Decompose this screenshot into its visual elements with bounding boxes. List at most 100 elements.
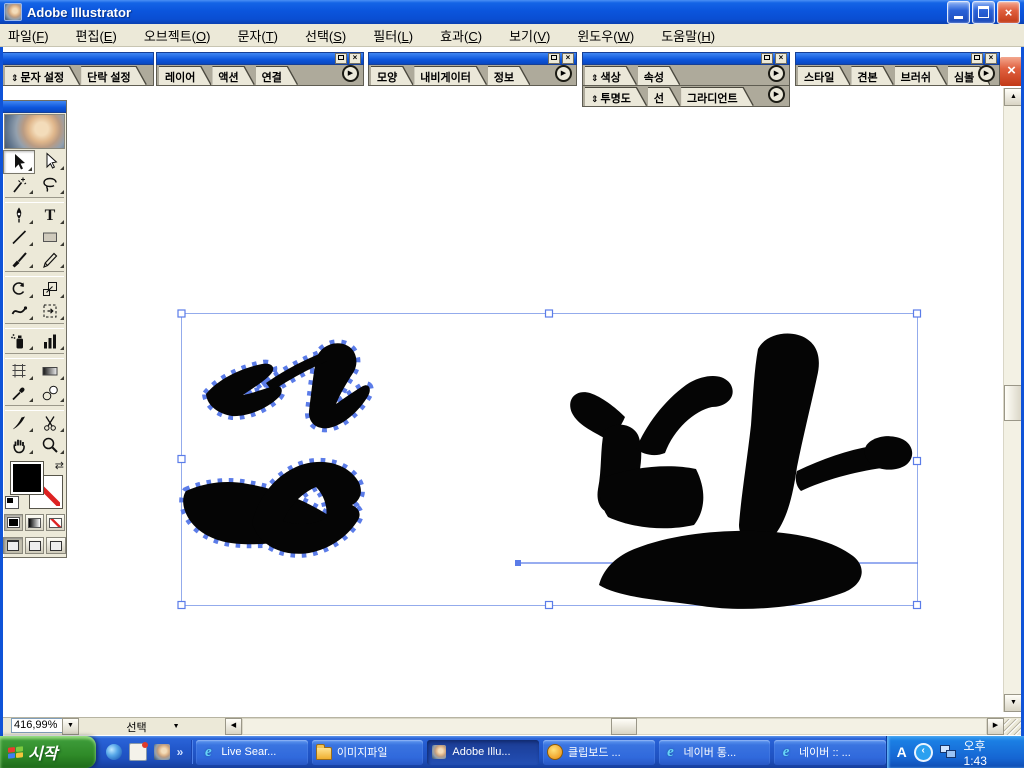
fill-color-swatch[interactable]	[10, 461, 44, 495]
color-button[interactable]	[4, 514, 23, 531]
zoom-tool[interactable]	[35, 434, 67, 456]
palette-character-titlebar[interactable]	[2, 52, 154, 65]
zoom-level-field[interactable]: 416,99%	[11, 718, 62, 733]
scale-tool[interactable]	[35, 278, 67, 300]
vertical-scrollbar[interactable]: ▲ ▼	[1003, 88, 1021, 712]
tab-character-settings[interactable]: ⇕문자 설정	[5, 67, 79, 85]
pen-tool[interactable]	[3, 204, 35, 226]
menu-select[interactable]: 선택(S)	[298, 24, 353, 47]
line-segment-tool[interactable]	[3, 226, 35, 248]
palette-close-icon[interactable]: ×	[349, 53, 361, 64]
scissors-tool[interactable]	[35, 412, 67, 434]
menu-view[interactable]: 보기(V)	[502, 24, 557, 47]
palette-close-icon[interactable]: ×	[985, 53, 997, 64]
task-button-live-search[interactable]: e Live Sear...	[196, 740, 308, 765]
full-screen-menu-mode-button[interactable]	[25, 537, 45, 554]
task-button-clipboard[interactable]: 클립보드 ...	[543, 740, 655, 765]
palette-minimize-icon[interactable]	[761, 53, 773, 64]
pencil-tool[interactable]	[35, 248, 67, 270]
tab-attributes[interactable]: 속성	[638, 67, 679, 85]
zoom-dropdown-icon[interactable]: ▼	[62, 718, 79, 735]
palette-minimize-icon[interactable]	[971, 53, 983, 64]
none-button[interactable]	[46, 514, 65, 531]
magic-wand-tool[interactable]	[3, 174, 35, 196]
direct-selection-tool[interactable]	[35, 150, 67, 172]
start-button[interactable]: 시작	[0, 736, 96, 768]
tab-navigator[interactable]: 내비게이터	[414, 67, 486, 85]
palette-close-icon[interactable]: ×	[775, 53, 787, 64]
internet-icon[interactable]	[106, 744, 122, 760]
rectangle-tool[interactable]	[35, 226, 67, 248]
tab-actions[interactable]: 액션	[212, 67, 253, 85]
tab-swatches[interactable]: 견본	[851, 67, 892, 85]
gradient-button[interactable]	[25, 514, 44, 531]
task-button-naver-1[interactable]: e 네이버 통...	[659, 740, 771, 765]
task-button-illustrator[interactable]: Adobe Illu...	[427, 740, 539, 765]
task-button-image-folder[interactable]: 이미지파일	[312, 740, 424, 765]
mesh-tool[interactable]	[3, 360, 35, 382]
tray-collapse-icon[interactable]: ‹	[914, 743, 933, 762]
paintbrush-tool[interactable]	[3, 248, 35, 270]
standard-screen-mode-button[interactable]	[3, 537, 23, 554]
palette-menu-icon[interactable]: ▶	[768, 65, 785, 82]
type-tool[interactable]: T	[35, 204, 67, 226]
blend-tool[interactable]	[35, 382, 67, 404]
artboard-canvas[interactable]	[3, 46, 1003, 717]
warp-tool[interactable]	[3, 300, 35, 322]
tab-brushes[interactable]: 브러쉬	[895, 67, 946, 85]
lasso-tool[interactable]	[35, 174, 67, 196]
close-button[interactable]: ×	[997, 1, 1020, 24]
tab-layers[interactable]: 레이어	[159, 67, 210, 85]
rotate-tool[interactable]	[3, 278, 35, 300]
tab-transparency[interactable]: ⇕투명도	[585, 88, 646, 106]
palette-styles-titlebar[interactable]: ×	[795, 52, 1000, 65]
symbol-sprayer-tool[interactable]	[3, 330, 35, 352]
tab-links[interactable]: 연결	[256, 67, 297, 85]
graph-tool[interactable]	[35, 330, 67, 352]
menu-file[interactable]: 파일(F)	[1, 24, 56, 47]
tab-appearance[interactable]: 모양	[371, 67, 412, 85]
quick-launch-chevron-icon[interactable]: »	[177, 745, 184, 759]
toolbox-titlebar[interactable]	[3, 101, 66, 113]
tab-styles[interactable]: 스타일	[798, 67, 849, 85]
tab-color[interactable]: ⇕색상	[585, 67, 636, 85]
menu-help[interactable]: 도움말(H)	[654, 24, 722, 47]
tab-paragraph-settings[interactable]: 단락 설정	[81, 67, 146, 85]
menu-window[interactable]: 윈도우(W)	[570, 24, 641, 47]
hscroll-left-button[interactable]: ◀	[225, 718, 242, 735]
horizontal-scrollbar[interactable]	[242, 718, 987, 735]
palette-minimize-icon[interactable]	[335, 53, 347, 64]
eyedropper-tool[interactable]	[3, 382, 35, 404]
gradient-tool[interactable]	[35, 360, 67, 382]
palette-menu-icon[interactable]: ▶	[768, 86, 785, 103]
default-fill-stroke-icon[interactable]	[5, 496, 19, 509]
hscroll-right-button[interactable]: ▶	[987, 718, 1004, 735]
palette-minimize-icon[interactable]	[548, 53, 560, 64]
illustrator-icon[interactable]	[154, 744, 170, 760]
menu-filter[interactable]: 필터(L)	[366, 24, 420, 47]
palette-color-titlebar[interactable]: ×	[582, 52, 790, 65]
hand-tool[interactable]	[3, 434, 35, 456]
swap-fill-stroke-icon[interactable]: ⇄	[55, 459, 64, 472]
tab-stroke[interactable]: 선	[648, 88, 679, 106]
palette-appearance-titlebar[interactable]: ×	[368, 52, 577, 65]
menu-object[interactable]: 오브젝트(O)	[137, 24, 218, 47]
menu-edit[interactable]: 편집(E)	[69, 24, 124, 47]
restore-button[interactable]	[972, 1, 995, 24]
ime-indicator[interactable]: A	[897, 744, 907, 760]
window-resize-grip[interactable]	[1004, 719, 1021, 735]
palette-close-icon[interactable]: ×	[562, 53, 574, 64]
palette-menu-icon[interactable]: ▶	[342, 65, 359, 82]
network-icon[interactable]	[940, 745, 957, 759]
palette-layers-titlebar[interactable]: ×	[156, 52, 364, 65]
slice-tool[interactable]	[3, 412, 35, 434]
minimize-button[interactable]	[947, 1, 970, 24]
status-display[interactable]: 선택 ▼	[85, 719, 221, 735]
full-screen-mode-button[interactable]	[46, 537, 66, 554]
horizontal-scroll-thumb[interactable]	[611, 718, 637, 735]
free-transform-tool[interactable]	[35, 300, 67, 322]
task-button-naver-2[interactable]: e 네이버 :: ...	[774, 740, 886, 765]
menu-effect[interactable]: 효과(C)	[433, 24, 489, 47]
tab-gradient[interactable]: 그라디언트	[681, 88, 753, 106]
mail-icon[interactable]	[129, 743, 147, 761]
